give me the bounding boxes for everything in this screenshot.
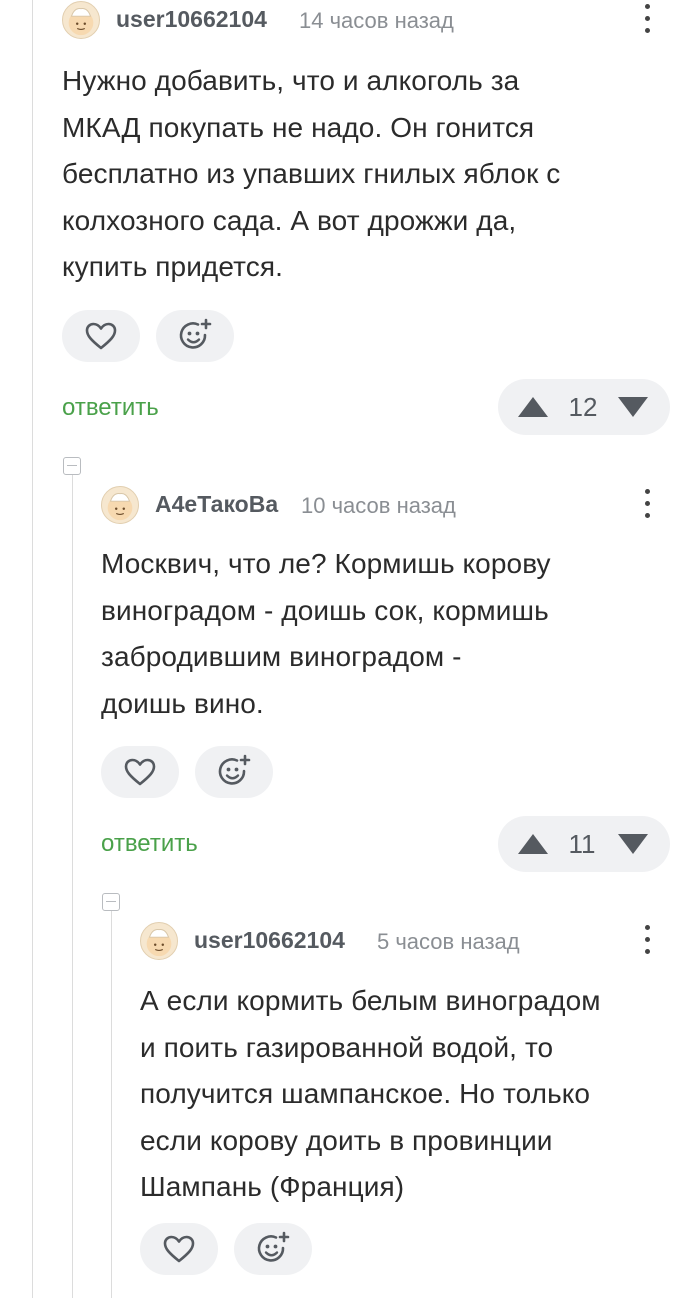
timestamp: 5 часов назад — [377, 929, 520, 954]
like-button[interactable] — [62, 310, 140, 362]
comment: user10662104 14 часов назад Нужно добави… — [62, 0, 700, 440]
more-vertical-icon[interactable] — [641, 925, 653, 961]
avatar[interactable] — [101, 486, 139, 524]
comment-text-line: Москвич, что ле? Кормишь корову — [101, 548, 551, 579]
timestamp: 14 часов назад — [299, 8, 454, 33]
more-vertical-icon[interactable] — [641, 489, 653, 525]
thread-line-level2 — [111, 911, 112, 1298]
comment: А4еТакоВа 10 часов назад Москвич, что ле… — [101, 485, 700, 885]
heart-icon — [124, 758, 156, 786]
comment-text: Москвич, что ле? Кормишь корову виноград… — [101, 541, 551, 727]
timestamp: 10 часов назад — [301, 493, 456, 518]
collapse-toggle[interactable] — [63, 457, 81, 475]
reply-link[interactable]: ответить — [62, 394, 159, 422]
comment-header: user10662104 5 часов назад — [140, 921, 700, 961]
comment-text: А если кормить белым виноградом и поить … — [140, 978, 601, 1211]
username[interactable]: user10662104 — [194, 927, 345, 954]
smiley-plus-icon — [257, 1231, 290, 1262]
comment-header: А4еТакоВа 10 часов назад — [101, 485, 700, 525]
vote-control: 12 — [498, 379, 670, 435]
avatar[interactable] — [140, 922, 178, 960]
avatar-hat-icon — [146, 929, 172, 957]
avatar-hat-icon — [107, 493, 133, 521]
vote-count: 12 — [568, 392, 598, 422]
username[interactable]: А4еТакоВа — [155, 491, 278, 518]
react-button[interactable] — [195, 746, 273, 798]
comment-text-line: и поить газированной водой, то — [140, 1031, 554, 1063]
more-vertical-icon[interactable] — [641, 4, 653, 40]
heart-icon — [163, 1235, 195, 1263]
smiley-plus-icon — [218, 754, 251, 785]
thread-line-root — [32, 0, 33, 1298]
comment-text-line: виноградом - доишь сок, кормишь — [101, 594, 549, 626]
comment: user10662104 5 часов назад А если кормит… — [140, 921, 700, 1298]
comment-text-line: бесплатно из упавших гнилых яблок с — [62, 158, 561, 189]
smiley-plus-icon — [179, 318, 212, 349]
like-button[interactable] — [140, 1223, 218, 1275]
comment-text-line: доишь вино. — [101, 687, 264, 719]
comment-text-line: получится шампанское. Но только — [140, 1078, 591, 1109]
react-button[interactable] — [156, 310, 234, 362]
comment-text: Нужно добавить, что и алкоголь за МКАД п… — [62, 58, 560, 291]
comment-text-line: забродившим виноградом - — [101, 641, 462, 672]
react-button[interactable] — [234, 1223, 312, 1275]
username[interactable]: user10662104 — [116, 6, 267, 33]
comment-text-line: если корову доить в провинции — [140, 1124, 553, 1156]
triangle-down-icon[interactable] — [616, 832, 650, 856]
comment-text-line: Шампань (Франция) — [140, 1171, 405, 1202]
comment-text-line: купить придется. — [62, 251, 283, 282]
comment-text-line: Нужно добавить, что и алкоголь за — [62, 65, 520, 96]
like-button[interactable] — [101, 746, 179, 798]
triangle-up-icon[interactable] — [516, 395, 550, 419]
collapse-toggle[interactable] — [102, 893, 120, 911]
comment-text-line: МКАД покупать не надо. Он гонится — [62, 111, 535, 143]
heart-icon — [85, 322, 117, 350]
avatar-hat-icon — [68, 8, 94, 36]
triangle-up-icon[interactable] — [516, 832, 550, 856]
triangle-down-icon[interactable] — [616, 395, 650, 419]
comment-text-line: колхозного сада. А вот дрожжи да, — [62, 204, 517, 236]
comment-text-line: А если кормить белым виноградом — [140, 985, 601, 1016]
thread-line-level1 — [72, 475, 73, 1298]
vote-control: 11 — [498, 816, 670, 872]
reply-link[interactable]: ответить — [101, 830, 198, 858]
vote-count: 11 — [568, 829, 596, 859]
comment-header: user10662104 14 часов назад — [62, 0, 700, 40]
avatar[interactable] — [62, 1, 100, 39]
